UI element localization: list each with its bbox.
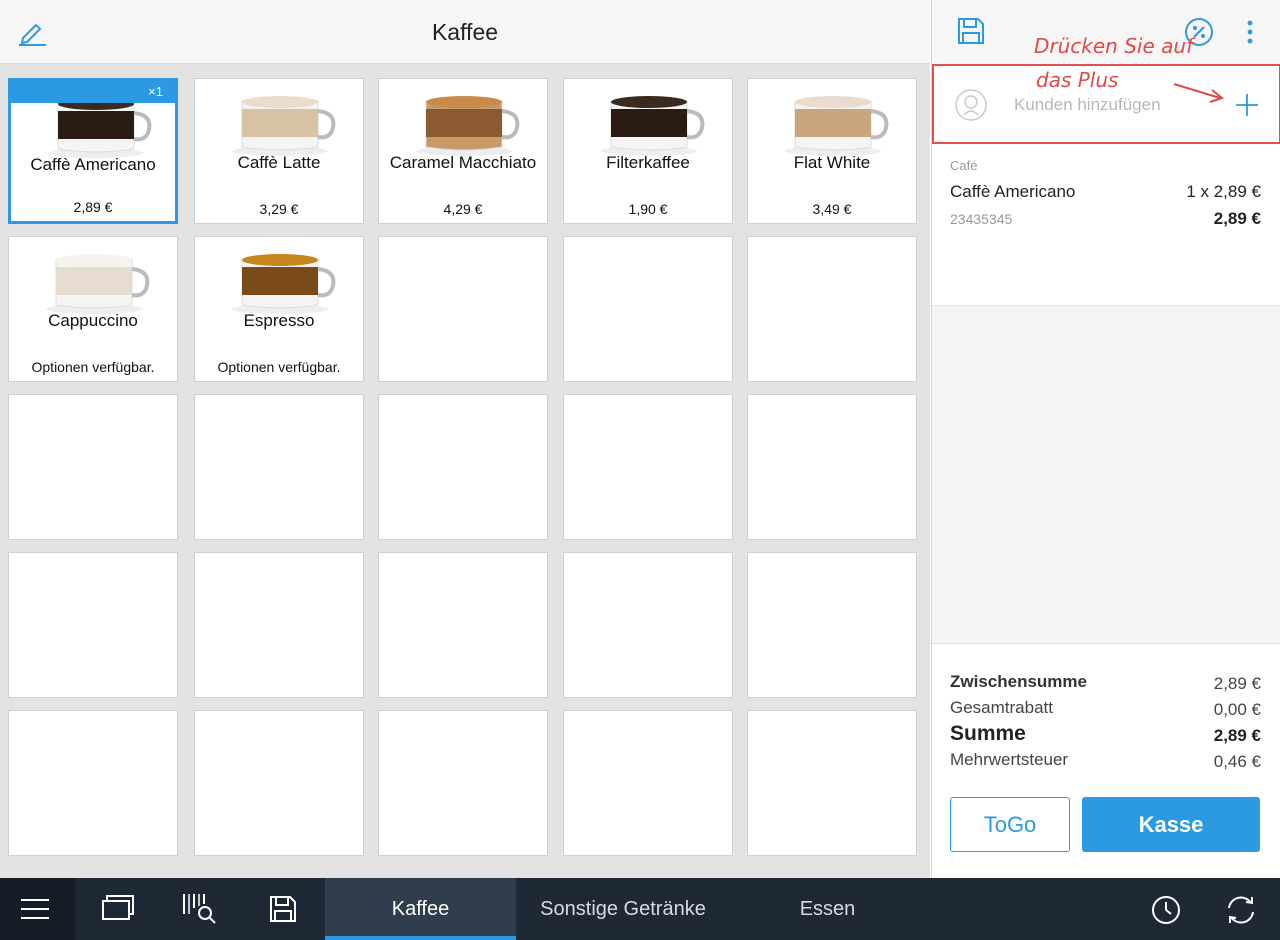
discount-value: 0,00 €: [1213, 700, 1261, 719]
customer-avatar-icon: [954, 88, 988, 127]
empty-product-slot[interactable]: [563, 394, 733, 540]
product-tile[interactable]: Flat White 3,49 €: [747, 78, 917, 224]
quantity-badge: ×1: [11, 81, 175, 103]
product-tile[interactable]: Filterkaffee 1,90 €: [563, 78, 733, 224]
product-name: Filterkaffee: [606, 153, 690, 172]
empty-product-slot[interactable]: [378, 710, 548, 856]
coffee-cup-icon: [46, 254, 150, 314]
empty-product-slot[interactable]: [8, 552, 178, 698]
product-area: Kaffee ×1 Caffè Americano 2,89 € Caffè Latt…: [0, 0, 930, 878]
discount-label: Gesamtrabatt: [950, 698, 1053, 717]
product-tile[interactable]: ×1 Caffè Americano 2,89 €: [8, 78, 178, 224]
empty-product-slot[interactable]: [747, 236, 917, 382]
empty-product-slot[interactable]: [8, 394, 178, 540]
order-category: Café: [950, 158, 978, 173]
page-title: Kaffee: [431, 19, 499, 45]
empty-product-slot[interactable]: [378, 552, 548, 698]
empty-product-slot[interactable]: [747, 710, 917, 856]
product-price: 4,29 €: [443, 201, 483, 217]
empty-product-slot[interactable]: [378, 236, 548, 382]
product-name: Espresso: [243, 311, 315, 330]
menu-cell: [0, 878, 75, 940]
checkout-button[interactable]: Kasse: [1082, 797, 1260, 852]
coffee-cup-icon: [416, 96, 520, 156]
annotation-line-1: Drücken Sie auf: [1034, 34, 1194, 58]
product-tile[interactable]: Cappuccino Optionen verfügbar.: [8, 236, 178, 382]
product-name: Caffè Americano: [30, 155, 156, 174]
coffee-cup-icon: [232, 254, 336, 314]
sum-row: Summe 2,89 €: [950, 722, 1261, 748]
product-price: 2,89 €: [73, 199, 113, 215]
togo-button[interactable]: ToGo: [950, 797, 1070, 852]
empty-product-slot[interactable]: [563, 552, 733, 698]
coffee-cup-icon: [232, 96, 336, 156]
save-draft-icon[interactable]: [268, 894, 298, 929]
category-tab[interactable]: Kaffee: [325, 878, 516, 940]
hamburger-menu-icon[interactable]: [20, 897, 50, 926]
annotation-line-2: das Plus: [1036, 68, 1119, 92]
category-tab[interactable]: Essen: [730, 878, 925, 940]
product-price: 3,49 €: [812, 201, 852, 217]
product-name: Cappuccino: [48, 311, 138, 330]
vat-label: Mehrwertsteuer: [950, 750, 1069, 769]
sum-label: Summe: [950, 722, 1026, 745]
pos-app: Kaffee ×1 Caffè Americano 2,89 € Caffè Latt…: [0, 0, 1280, 940]
order-panel: Kunden hinzufügen Drücken Sie auf das Pl…: [931, 0, 1280, 878]
totals-section: Zwischensumme 2,89 € Gesamtrabatt 0,00 €…: [950, 670, 1261, 774]
category-tab[interactable]: Sonstige Getränke: [516, 878, 730, 940]
empty-product-slot[interactable]: [747, 394, 917, 540]
product-price: Optionen verfügbar.: [217, 359, 341, 375]
coffee-cup-icon: [785, 96, 889, 156]
empty-product-slot[interactable]: [747, 552, 917, 698]
barcode-search-icon[interactable]: [181, 892, 219, 929]
order-empty-area: [932, 306, 1280, 644]
save-icon[interactable]: [956, 16, 986, 51]
vat-value: 0,46 €: [1213, 752, 1261, 771]
discount-row: Gesamtrabatt 0,00 €: [950, 696, 1261, 722]
product-name: Flat White: [793, 153, 871, 172]
coffee-cup-icon: [601, 96, 705, 156]
vat-row: Mehrwertsteuer 0,46 €: [950, 748, 1261, 774]
subtotal-value: 2,89 €: [1213, 674, 1261, 693]
empty-product-slot[interactable]: [563, 236, 733, 382]
empty-product-slot[interactable]: [194, 394, 364, 540]
product-name: Caramel Macchiato: [389, 153, 537, 172]
empty-product-slot[interactable]: [194, 552, 364, 698]
order-item-total: 2,89 €: [1213, 209, 1261, 228]
more-icon[interactable]: [1244, 18, 1256, 51]
sum-value: 2,89 €: [1213, 726, 1261, 745]
order-item-sku: 23435345: [950, 211, 1013, 227]
product-price: 3,29 €: [259, 201, 299, 217]
subtotal-label: Zwischensumme: [950, 672, 1087, 691]
category-header: Kaffee: [0, 0, 930, 64]
order-line[interactable]: Café Caffè Americano 1 x 2,89 € 23435345…: [932, 146, 1280, 306]
screens-icon[interactable]: [101, 894, 135, 929]
empty-product-slot[interactable]: [8, 710, 178, 856]
empty-product-slot[interactable]: [378, 394, 548, 540]
order-item-name: Caffè Americano: [950, 182, 1076, 201]
empty-product-slot[interactable]: [194, 710, 364, 856]
product-tile[interactable]: Espresso Optionen verfügbar.: [194, 236, 364, 382]
order-item-qty-price: 1 x 2,89 €: [1186, 182, 1261, 201]
customer-placeholder: Kunden hinzufügen: [1014, 95, 1161, 114]
product-price: 1,90 €: [628, 201, 668, 217]
sync-icon[interactable]: [1224, 893, 1258, 932]
add-customer-plus-icon[interactable]: [1234, 92, 1260, 123]
history-clock-icon[interactable]: [1150, 894, 1182, 931]
product-tile[interactable]: Caramel Macchiato 4,29 €: [378, 78, 548, 224]
product-tile[interactable]: Caffè Latte 3,29 €: [194, 78, 364, 224]
bottom-navigation: Kaffee Sonstige Getränke Essen: [0, 878, 1280, 940]
annotation-arrow-icon: [1173, 83, 1225, 103]
product-name: Caffè Latte: [237, 153, 321, 172]
empty-product-slot[interactable]: [563, 710, 733, 856]
subtotal-row: Zwischensumme 2,89 €: [950, 670, 1261, 696]
product-price: Optionen verfügbar.: [31, 359, 155, 375]
